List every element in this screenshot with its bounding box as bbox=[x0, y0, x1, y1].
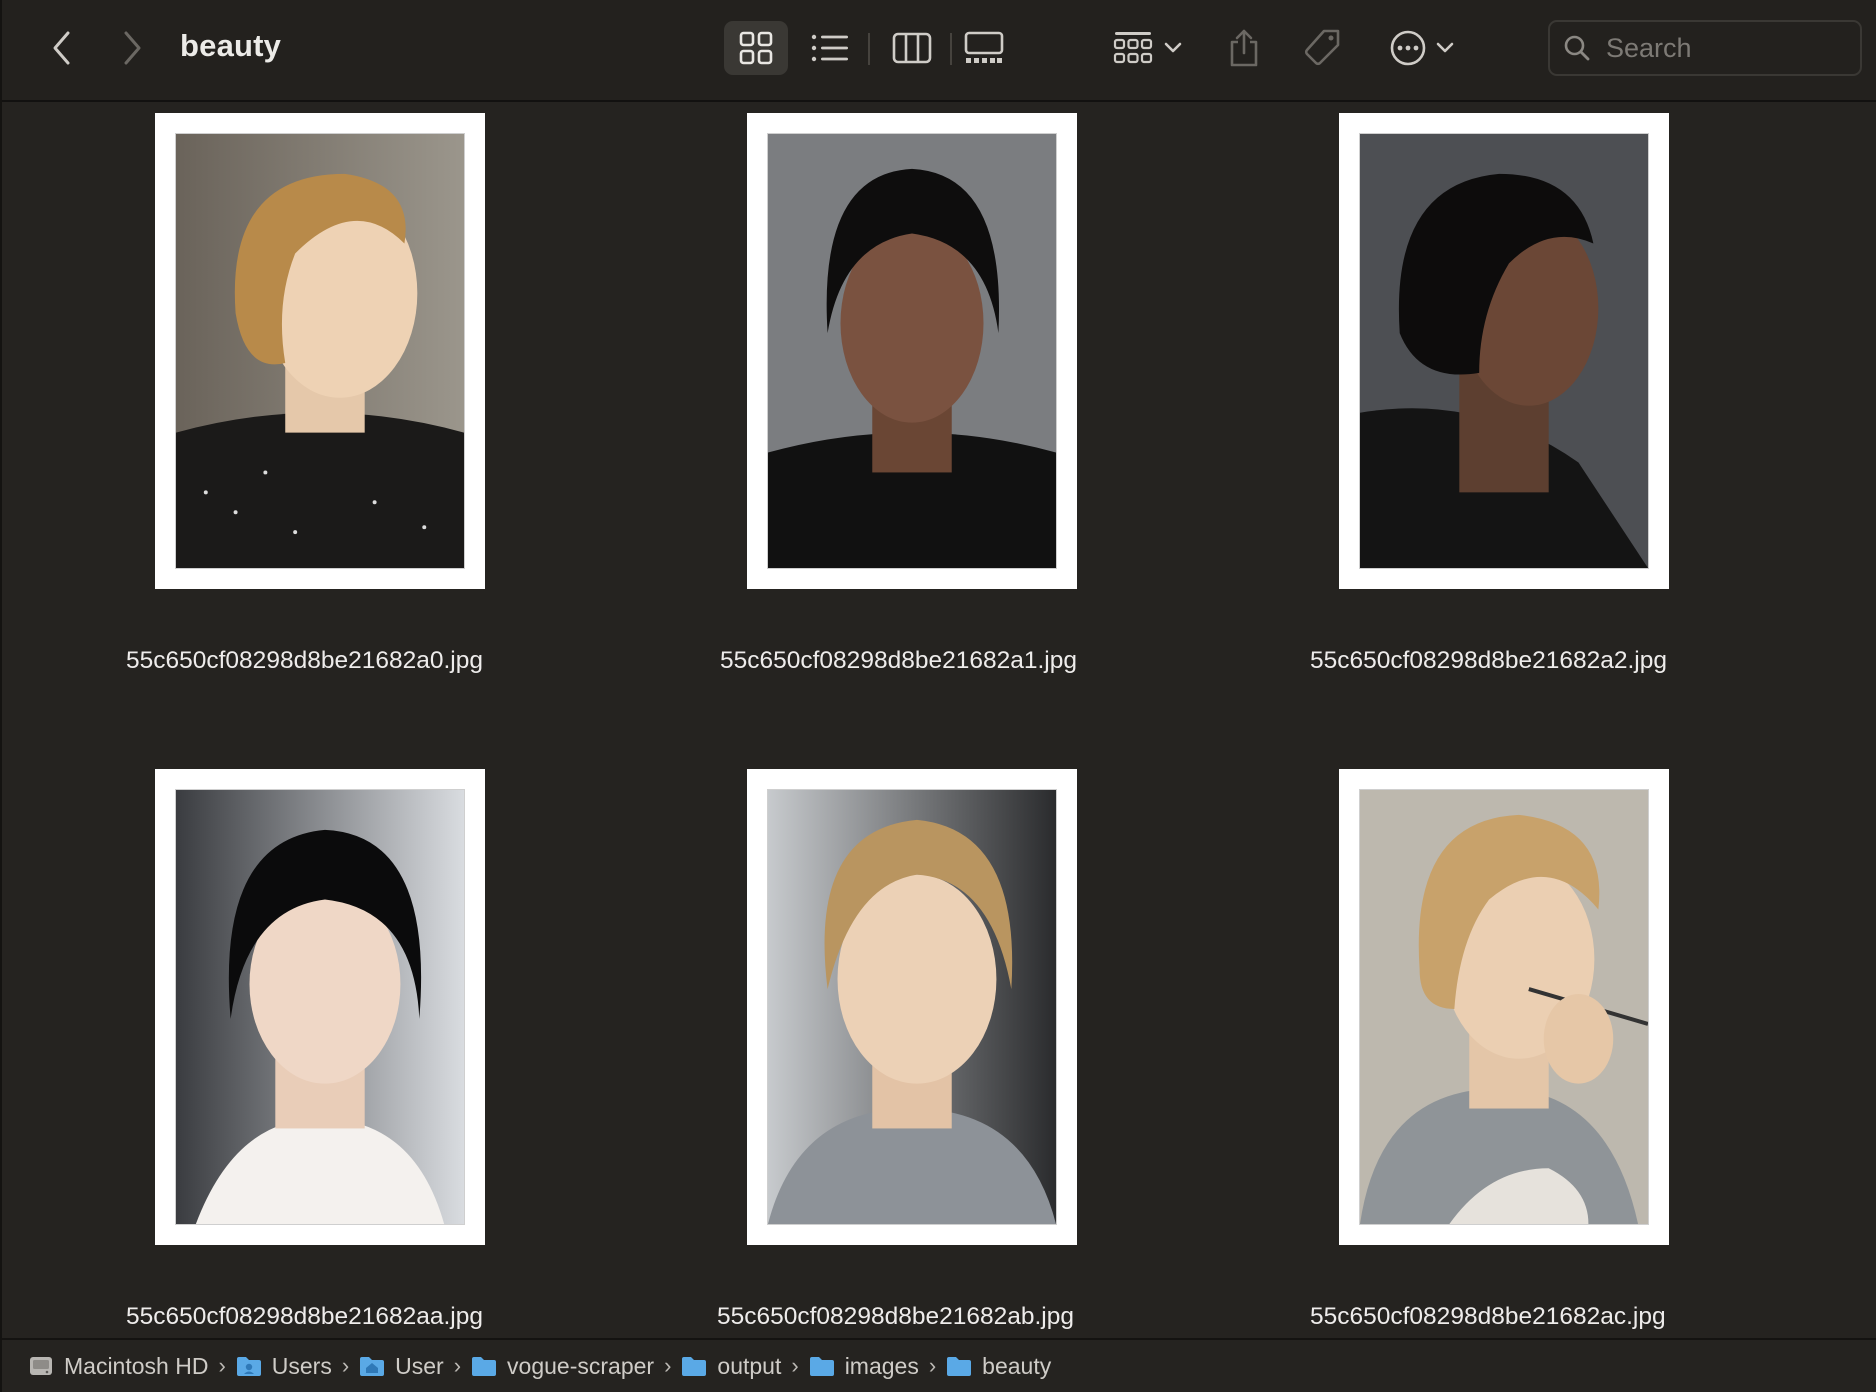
group-button[interactable] bbox=[1108, 21, 1188, 75]
path-separator-icon: › bbox=[218, 1353, 226, 1378]
tag-button[interactable] bbox=[1300, 21, 1344, 75]
path-item-label: images bbox=[844, 1352, 919, 1379]
folder-icon bbox=[809, 1357, 834, 1376]
gallery-view-button[interactable] bbox=[958, 21, 1010, 75]
path-item-label: Macintosh HD bbox=[64, 1352, 209, 1379]
search-field[interactable] bbox=[1548, 20, 1862, 76]
column-view-button[interactable] bbox=[882, 21, 942, 75]
chevron-right-icon bbox=[124, 31, 141, 65]
finder-window: beauty Search 55c650cf08298d8be21682a0.j… bbox=[0, 0, 1876, 1392]
file-name[interactable]: 55c650cf08298d8be21682a0.jpg bbox=[126, 647, 483, 675]
thumbnail[interactable] bbox=[1339, 113, 1669, 589]
folder-icon bbox=[682, 1357, 707, 1376]
toolbar-divider bbox=[868, 33, 870, 65]
icon-view-button[interactable] bbox=[724, 21, 788, 75]
path-item-user[interactable]: User bbox=[359, 1353, 444, 1380]
list-view-button[interactable] bbox=[802, 21, 858, 75]
thumbnail[interactable] bbox=[747, 769, 1077, 1245]
path-item-label: User bbox=[395, 1352, 444, 1379]
share-button[interactable] bbox=[1224, 21, 1264, 75]
more-actions-button[interactable] bbox=[1382, 21, 1462, 75]
path-item-label: beauty bbox=[982, 1352, 1052, 1379]
path-separator-icon: › bbox=[928, 1353, 937, 1378]
folder-icon bbox=[947, 1357, 972, 1376]
toolbar: beauty bbox=[2, 0, 1876, 102]
path-item-output[interactable]: output bbox=[681, 1353, 781, 1380]
chevron-left-icon bbox=[53, 31, 70, 65]
thumbnail[interactable] bbox=[1339, 769, 1669, 1245]
path-item-label: Users bbox=[271, 1352, 332, 1379]
search-icon-container bbox=[1550, 34, 1604, 62]
file-grid: 55c650cf08298d8be21682a0.jpg 55c650cf082… bbox=[2, 102, 1876, 1338]
path-item-label: vogue-scraper bbox=[507, 1352, 655, 1379]
photo-preview bbox=[175, 133, 465, 569]
photo-preview bbox=[1359, 133, 1649, 569]
photo-preview bbox=[175, 789, 465, 1225]
ellipsis-circle-icon bbox=[1390, 30, 1426, 66]
folder-icon bbox=[236, 1357, 261, 1376]
group-icon bbox=[1113, 32, 1153, 64]
portrait-image bbox=[1360, 134, 1648, 568]
home-folder-icon bbox=[360, 1357, 385, 1376]
forward-button[interactable] bbox=[112, 26, 152, 70]
portrait-image bbox=[1360, 790, 1648, 1224]
tag-icon bbox=[1304, 29, 1340, 66]
path-item-vogue-scraper[interactable]: vogue-scraper bbox=[471, 1353, 654, 1380]
back-button[interactable] bbox=[42, 26, 82, 70]
path-separator-icon: › bbox=[453, 1353, 462, 1378]
file-name[interactable]: 55c650cf08298d8be21682ac.jpg bbox=[1310, 1303, 1666, 1331]
photo-preview bbox=[767, 789, 1057, 1225]
portrait-image bbox=[768, 134, 1056, 568]
path-item-users[interactable]: Users bbox=[236, 1353, 332, 1380]
portrait-image bbox=[176, 790, 464, 1224]
chevron-down-icon bbox=[1436, 42, 1454, 53]
file-name[interactable]: 55c650cf08298d8be21682a2.jpg bbox=[1310, 647, 1667, 675]
path-separator-icon: › bbox=[341, 1353, 350, 1378]
portrait-image bbox=[176, 134, 464, 568]
share-icon bbox=[1230, 29, 1258, 67]
toolbar-divider bbox=[950, 33, 952, 65]
window-title: beauty bbox=[180, 28, 282, 63]
path-separator-icon: › bbox=[664, 1353, 672, 1378]
thumbnail[interactable] bbox=[155, 769, 485, 1245]
thumbnail[interactable] bbox=[747, 113, 1077, 589]
path-separator-icon: › bbox=[791, 1353, 799, 1378]
thumbnail[interactable] bbox=[155, 113, 485, 589]
chevron-down-icon bbox=[1164, 42, 1182, 53]
photo-preview bbox=[767, 133, 1057, 569]
file-name[interactable]: 55c650cf08298d8be21682ab.jpg bbox=[717, 1303, 1074, 1331]
columns-icon bbox=[892, 32, 932, 64]
hard-drive-icon bbox=[30, 1357, 52, 1375]
search-input[interactable] bbox=[1604, 31, 1848, 65]
search-icon bbox=[1564, 35, 1590, 61]
folder-icon bbox=[472, 1357, 497, 1376]
path-item-beauty[interactable]: beauty bbox=[946, 1353, 1051, 1380]
photo-preview bbox=[1359, 789, 1649, 1225]
path-item-images[interactable]: images bbox=[809, 1353, 919, 1380]
path-item-macintosh-hd[interactable]: Macintosh HD bbox=[28, 1353, 208, 1380]
portrait-image bbox=[768, 790, 1056, 1224]
file-name[interactable]: 55c650cf08298d8be21682a1.jpg bbox=[720, 647, 1077, 675]
path-bar: Macintosh HD › Users › User › vogue-scra… bbox=[2, 1338, 1876, 1392]
list-icon bbox=[811, 34, 848, 62]
gallery-icon bbox=[964, 31, 1004, 63]
grid-icon bbox=[739, 31, 773, 65]
path-item-label: output bbox=[717, 1352, 782, 1379]
file-name[interactable]: 55c650cf08298d8be21682aa.jpg bbox=[126, 1303, 483, 1331]
